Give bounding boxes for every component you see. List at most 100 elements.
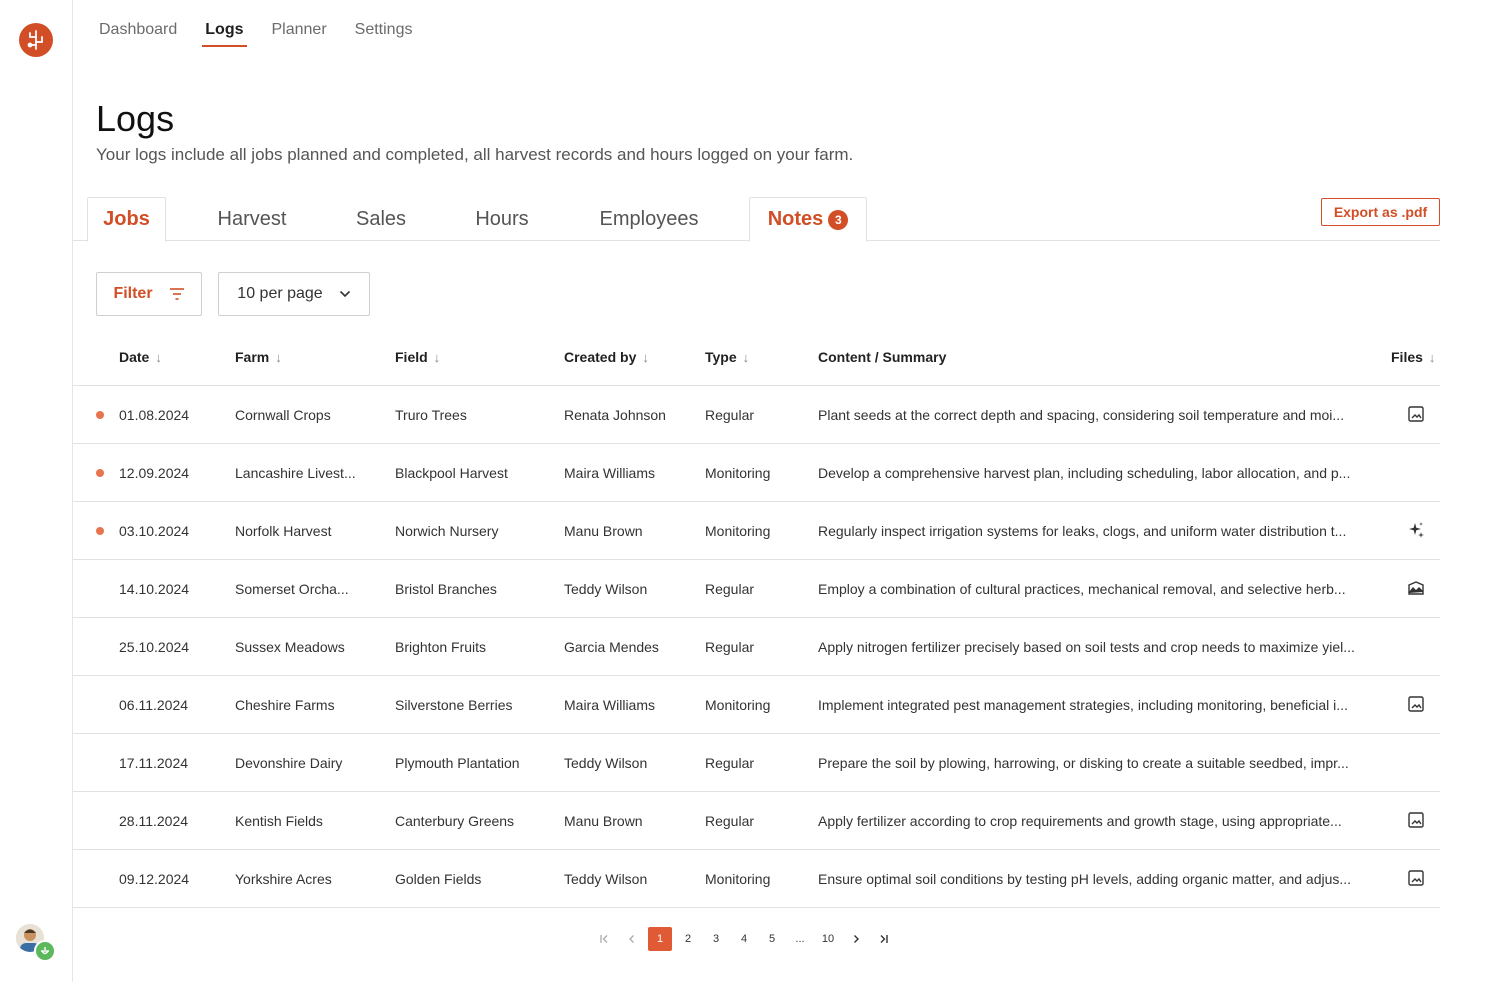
cell-content: Employ a combination of cultural practic… (818, 581, 1346, 597)
col-date[interactable]: Date ↓ (119, 349, 162, 365)
sparkle-icon[interactable] (1407, 521, 1425, 539)
image-icon[interactable] (1407, 695, 1425, 713)
filter-label: Filter (113, 285, 153, 302)
unread-dot (96, 527, 104, 535)
image-icon[interactable] (1407, 811, 1425, 829)
tab-notes[interactable]: Notes 3 (749, 197, 867, 242)
table-row[interactable]: 01.08.2024 Cornwall Crops Truro Trees Renat… (73, 386, 1440, 444)
table-row[interactable]: 06.11.2024 Cheshire Farms Silverstone Berr… (73, 676, 1440, 734)
col-files[interactable]: Files ↓ (1391, 349, 1435, 365)
cell-farm: Kentish Fields (235, 813, 323, 829)
nav-planner[interactable]: Planner (272, 0, 327, 48)
cell-date: 06.11.2024 (119, 697, 189, 713)
app-logo-icon[interactable] (19, 23, 53, 57)
filter-button[interactable]: Filter (96, 272, 202, 316)
cell-farm: Sussex Meadows (235, 639, 345, 655)
table-row[interactable]: 03.10.2024 Norfolk Harvest Norwich Nursery… (73, 502, 1440, 560)
page-10[interactable]: 10 (816, 927, 840, 951)
col-date-label: Date (119, 349, 150, 365)
cell-field: Brighton Fruits (395, 639, 487, 655)
page-4[interactable]: 4 (732, 927, 756, 951)
col-created-by-label: Created by (564, 349, 637, 365)
cell-created-by: Maira Williams (564, 465, 655, 481)
page-ellipsis: ... (795, 933, 805, 945)
cell-date: 12.09.2024 (119, 465, 190, 481)
prev-page-icon[interactable] (620, 927, 644, 951)
first-page-icon[interactable] (592, 927, 616, 951)
sort-arrow-icon: ↓ (155, 349, 162, 365)
sort-arrow-icon: ↓ (1428, 349, 1436, 365)
chevron-down-icon (339, 290, 350, 298)
cell-created-by: Renata Johnson (564, 407, 666, 423)
image-icon[interactable] (1407, 405, 1425, 423)
col-content[interactable]: Content / Summary (818, 349, 946, 365)
cell-farm: Cheshire Farms (235, 697, 335, 713)
page-1[interactable]: 1 (648, 927, 672, 951)
unread-dot (96, 411, 104, 419)
page-3[interactable]: 3 (704, 927, 728, 951)
cell-date: 17.11.2024 (119, 755, 189, 771)
table-row[interactable]: 17.11.2024 Devonshire Dairy Plymouth Plant… (73, 734, 1440, 792)
cell-field: Silverstone Berries (395, 697, 513, 713)
cell-date: 09.12.2024 (119, 871, 190, 887)
cell-type: Regular (705, 813, 755, 829)
nav-settings[interactable]: Settings (355, 0, 413, 48)
export-pdf-button[interactable]: Export as .pdf (1321, 198, 1440, 226)
tab-sales[interactable]: Sales (335, 197, 427, 241)
cell-content: Regularly inspect irrigation systems for… (818, 523, 1347, 539)
tab-hours[interactable]: Hours (452, 197, 552, 241)
sort-arrow-icon: ↓ (742, 349, 750, 365)
cell-created-by: Teddy Wilson (564, 581, 648, 597)
tab-jobs[interactable]: Jobs (87, 197, 166, 242)
cell-type: Regular (705, 639, 755, 655)
page-2[interactable]: 2 (676, 927, 700, 951)
cell-type: Regular (705, 581, 755, 597)
landscape-icon[interactable] (1407, 579, 1425, 597)
log-tabs: Jobs Harvest Sales Hours Employees Notes… (73, 197, 1440, 242)
tab-harvest[interactable]: Harvest (193, 197, 311, 241)
cell-type: Regular (705, 755, 755, 771)
cell-type: Regular (705, 407, 755, 423)
cell-farm: Somerset Orcha... (235, 581, 349, 597)
table-row[interactable]: 12.09.2024 Lancashire Livest... Blackpool … (73, 444, 1440, 502)
cell-content: Develop a comprehensive harvest plan, in… (818, 465, 1351, 481)
nav-logs[interactable]: Logs (202, 0, 247, 48)
cell-type: Monitoring (705, 465, 771, 481)
page-5[interactable]: 5 (760, 927, 784, 951)
cell-field: Plymouth Plantation (395, 755, 520, 771)
cell-farm: Lancashire Livest... (235, 465, 356, 481)
cell-content: Apply nitrogen fertilizer precisely base… (818, 639, 1355, 655)
cell-content: Implement integrated pest management str… (818, 697, 1348, 713)
cell-type: Monitoring (705, 523, 771, 539)
cell-date: 01.08.2024 (119, 407, 190, 423)
col-type[interactable]: Type ↓ (705, 349, 749, 365)
table-row[interactable]: 09.12.2024 Yorkshire Acres Golden Fields Te… (73, 850, 1440, 908)
next-page-icon[interactable] (844, 927, 868, 951)
per-page-label: 10 per page (237, 285, 323, 302)
per-page-select[interactable]: 10 per page (218, 272, 370, 316)
nav-dashboard[interactable]: Dashboard (99, 0, 177, 48)
cell-created-by: Maira Williams (564, 697, 655, 713)
table-row[interactable]: 28.11.2024 Kentish Fields Canterbury Green… (73, 792, 1440, 850)
tab-employees[interactable]: Employees (583, 197, 715, 241)
user-avatar[interactable] (16, 924, 56, 964)
col-field[interactable]: Field ↓ (395, 349, 440, 365)
page-numbers: 1 2 3 4 5... 10 (648, 927, 844, 951)
cell-farm: Cornwall Crops (235, 407, 331, 423)
col-created-by[interactable]: Created by ↓ (564, 349, 649, 365)
filter-lines-icon (169, 288, 184, 300)
cell-field: Norwich Nursery (395, 523, 499, 539)
col-farm[interactable]: Farm ↓ (235, 349, 282, 365)
table-row[interactable]: 25.10.2024 Sussex Meadows Brighton Fruits G… (73, 618, 1440, 676)
sort-arrow-icon: ↓ (642, 349, 649, 365)
last-page-icon[interactable] (872, 927, 896, 951)
col-farm-label: Farm (235, 349, 270, 365)
tab-jobs-label: Jobs (103, 208, 150, 230)
cell-date: 28.11.2024 (119, 813, 189, 829)
cell-farm: Norfolk Harvest (235, 523, 332, 539)
cell-type: Monitoring (705, 697, 771, 713)
page-title: Logs (96, 98, 175, 139)
image-icon[interactable] (1407, 869, 1425, 887)
cell-field: Blackpool Harvest (395, 465, 508, 481)
table-row[interactable]: 14.10.2024 Somerset Orcha... Bristol Branc… (73, 560, 1440, 618)
